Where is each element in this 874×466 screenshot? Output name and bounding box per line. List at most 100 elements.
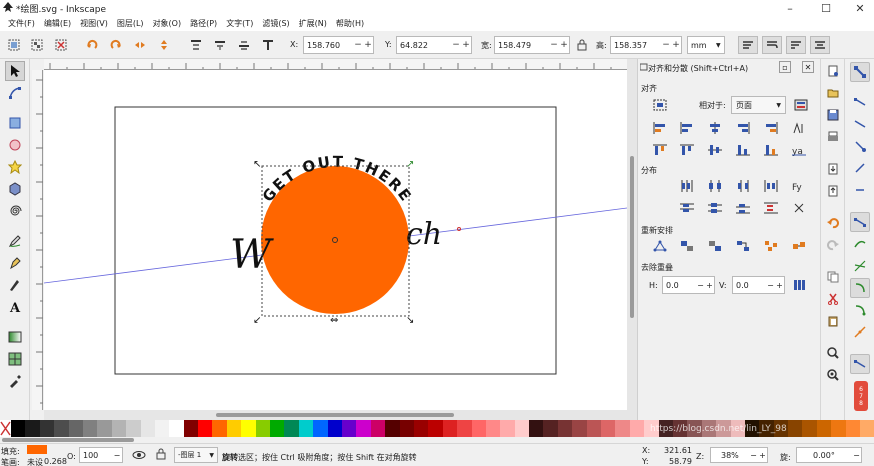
exchange-clockwise-icon[interactable]	[734, 238, 752, 254]
flip-horizontal-icon[interactable]	[132, 37, 148, 53]
palette-swatch[interactable]	[529, 420, 544, 437]
select-all-icon[interactable]	[6, 37, 22, 53]
maximize-button[interactable]: ☐	[814, 0, 838, 16]
palette-swatch[interactable]	[615, 420, 630, 437]
mesh-tool-icon[interactable]	[5, 349, 25, 369]
horizontal-scroll-thumb[interactable]	[216, 413, 454, 417]
height-input[interactable]: 158.357 − +	[610, 36, 682, 54]
deselect-icon[interactable]	[53, 37, 69, 53]
palette-swatch[interactable]	[601, 420, 616, 437]
palette-swatch[interactable]	[68, 420, 83, 437]
palette-swatch[interactable]	[111, 420, 127, 437]
zoom-decrement[interactable]: −	[749, 451, 758, 460]
treat-as-group-icon[interactable]	[651, 97, 669, 113]
palette-swatch[interactable]	[514, 420, 530, 437]
dropper-tool-icon[interactable]	[5, 371, 25, 391]
menu-object[interactable]: 对象(O)	[149, 16, 187, 31]
redo-icon[interactable]	[824, 237, 842, 253]
palette-swatch[interactable]	[428, 420, 443, 437]
save-document-icon[interactable]	[824, 107, 842, 123]
pencil-tool-icon[interactable]	[5, 231, 25, 251]
star-tool-icon[interactable]	[5, 157, 25, 177]
align-right-icon[interactable]	[734, 120, 752, 136]
palette-swatch[interactable]	[140, 420, 155, 437]
snap-bbox-center-icon[interactable]	[850, 180, 870, 200]
opacity-decrement[interactable]: −	[112, 451, 122, 460]
palette-swatch[interactable]	[816, 420, 832, 437]
palette-swatch[interactable]	[212, 420, 227, 437]
remove-overlaps-icon[interactable]	[791, 277, 809, 293]
palette-swatch[interactable]	[154, 420, 170, 437]
palette-swatch[interactable]	[442, 420, 458, 437]
align-left-icon[interactable]	[678, 120, 696, 136]
palette-swatch[interactable]	[629, 420, 645, 437]
menu-path[interactable]: 路径(P)	[186, 16, 222, 31]
y-input[interactable]: 64.822 − +	[396, 36, 472, 54]
x-increment[interactable]: +	[363, 40, 373, 50]
align-bottom-icon[interactable]	[734, 142, 752, 158]
zoom-increment[interactable]: +	[758, 451, 767, 460]
raise-to-top-icon[interactable]	[188, 37, 204, 53]
randomize-positions-icon[interactable]	[762, 238, 780, 254]
minimize-button[interactable]: –	[778, 0, 802, 16]
width-increment[interactable]: +	[559, 40, 569, 50]
overlap-h-input[interactable]: 0.0 − +	[662, 276, 715, 294]
export-icon[interactable]	[824, 183, 842, 199]
palette-swatch[interactable]	[586, 420, 602, 437]
palette-swatch[interactable]	[298, 420, 314, 437]
snap-line-midpoint-icon[interactable]	[850, 322, 870, 342]
y-decrement[interactable]: −	[451, 40, 461, 50]
palette-swatch[interactable]	[399, 420, 414, 437]
raise-icon[interactable]	[212, 37, 228, 53]
vertical-scrollbar[interactable]	[627, 59, 637, 420]
palette-swatch[interactable]	[500, 420, 515, 437]
drawing-canvas[interactable]: GET OUT THERE W ch ↖ ↗ ↙ ↘ ⇔	[44, 70, 627, 410]
overlap-v-decrement[interactable]: −	[766, 281, 775, 290]
snap-bbox-midpoint-icon[interactable]	[850, 158, 870, 178]
menu-text[interactable]: 文字(T)	[222, 16, 258, 31]
snap-nodes-icon[interactable]	[850, 212, 870, 232]
menu-view[interactable]: 视图(V)	[76, 16, 113, 31]
relative-to-select[interactable]: 页面 ▼	[731, 96, 786, 114]
selector-tool-icon[interactable]	[5, 61, 25, 81]
snap-path-icon[interactable]	[850, 234, 870, 254]
lower-icon[interactable]	[236, 37, 252, 53]
stroke-value[interactable]: 未设	[27, 457, 43, 466]
palette-swatch[interactable]	[97, 420, 112, 437]
palette-swatch[interactable]	[572, 420, 587, 437]
snap-path-intersection-icon[interactable]	[850, 256, 870, 276]
calligraphy-tool-icon[interactable]	[5, 275, 25, 295]
palette-scroll-thumb[interactable]	[2, 438, 134, 442]
layer-select[interactable]: -图层 1 ▼	[174, 447, 218, 463]
3d-box-tool-icon[interactable]	[5, 179, 25, 199]
width-decrement[interactable]: −	[549, 40, 559, 50]
palette-swatch[interactable]	[370, 420, 386, 437]
palette-swatch[interactable]	[241, 420, 256, 437]
menu-extensions[interactable]: 扩展(N)	[295, 16, 332, 31]
align-anchor-icon[interactable]	[792, 97, 810, 113]
palette-swatch[interactable]	[845, 420, 861, 437]
palette-swatch[interactable]	[327, 420, 342, 437]
palette-swatch[interactable]	[198, 420, 213, 437]
rotation-decrement[interactable]: −	[852, 451, 861, 460]
palette-swatch[interactable]	[831, 420, 846, 437]
palette-swatch[interactable]	[860, 420, 874, 437]
palette-swatch[interactable]	[270, 420, 285, 437]
distribute-gaps-h-icon[interactable]	[762, 178, 780, 194]
align-center-horizontal-icon[interactable]	[706, 120, 724, 136]
palette-swatch[interactable]	[169, 420, 184, 437]
menu-help[interactable]: 帮助(H)	[332, 16, 369, 31]
vertical-scroll-thumb[interactable]	[630, 156, 634, 318]
scale-stroke-icon[interactable]	[738, 36, 758, 54]
menu-filters[interactable]: 滤镜(S)	[258, 16, 294, 31]
overlap-h-decrement[interactable]: −	[696, 281, 705, 290]
palette-swatch[interactable]	[284, 420, 299, 437]
text-tool-icon[interactable]: A	[5, 297, 25, 317]
rotate-ccw-icon[interactable]	[84, 37, 100, 53]
horizontal-scrollbar[interactable]	[44, 410, 627, 420]
palette-swatch[interactable]	[413, 420, 429, 437]
rectangle-tool-icon[interactable]	[5, 113, 25, 133]
palette-swatch[interactable]	[126, 420, 141, 437]
palette-swatch[interactable]	[255, 420, 271, 437]
pen-tool-icon[interactable]	[5, 253, 25, 273]
